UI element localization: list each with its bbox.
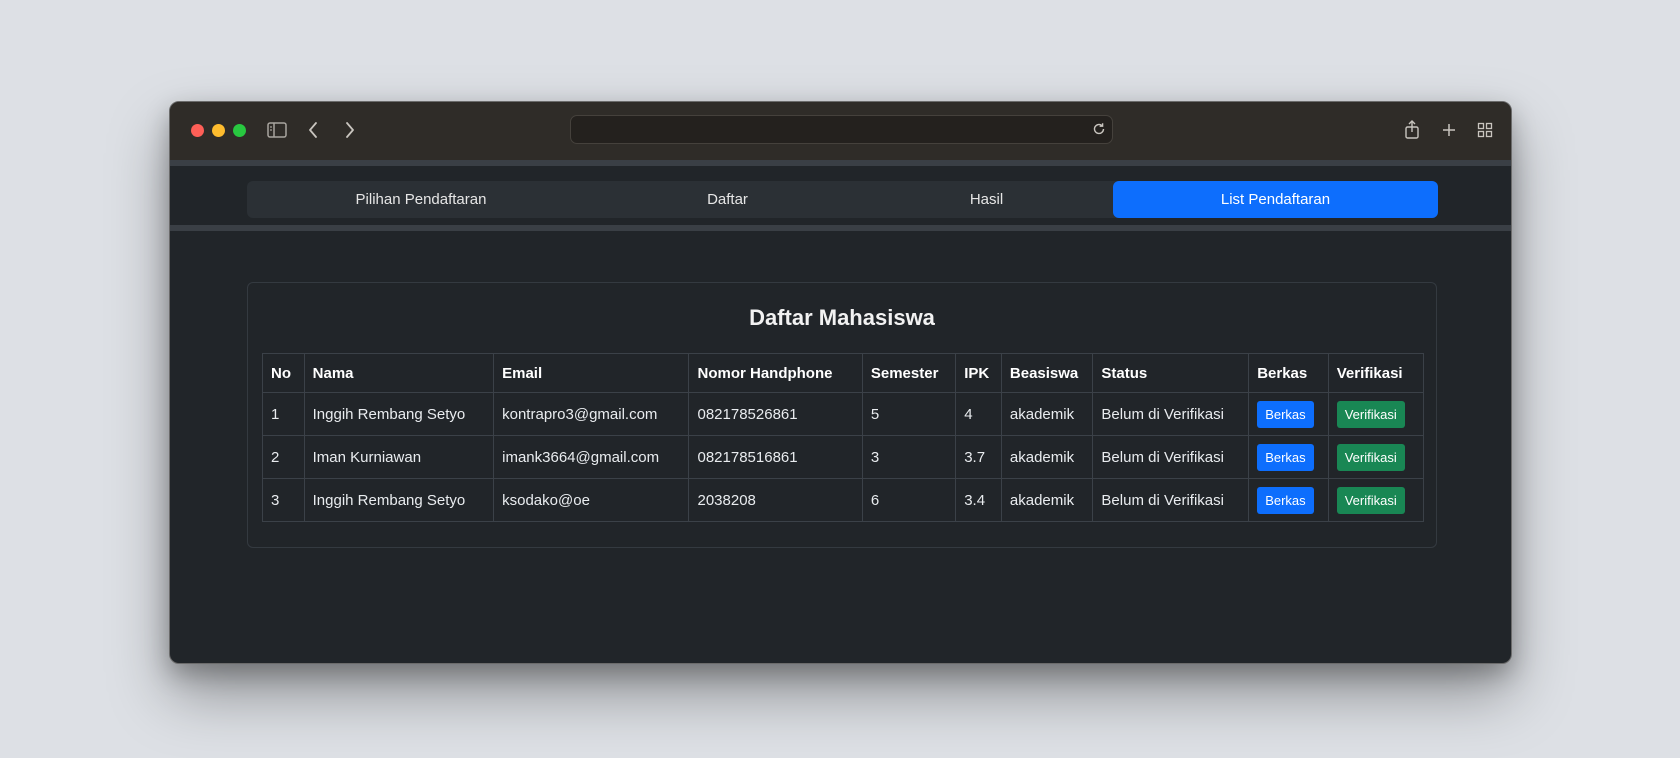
berkas-button[interactable]: Berkas	[1257, 400, 1314, 428]
column-header-no: No	[262, 353, 305, 393]
cell-phone: 082178516861	[688, 435, 863, 479]
cell-email: kontrapro3@gmail.com	[493, 392, 690, 436]
cell-verifikasi: Verifikasi	[1327, 435, 1425, 479]
verifikasi-button[interactable]: Verifikasi	[1336, 486, 1405, 514]
column-header-nama: Nama	[303, 353, 495, 393]
student-table: No Nama Email Nomor Handphone Semester I…	[262, 353, 1425, 522]
close-window-button[interactable]	[191, 124, 204, 137]
column-header-verifikasi: Verifikasi	[1327, 353, 1425, 393]
cell-no: 1	[262, 392, 305, 436]
berkas-button[interactable]: Berkas	[1257, 443, 1314, 471]
table-header-row: No Nama Email Nomor Handphone Semester I…	[262, 353, 1425, 393]
column-header-ipk: IPK	[955, 353, 1002, 393]
student-list-card: Daftar Mahasiswa No Nama Email Nomor Han…	[247, 282, 1437, 548]
column-header-semester: Semester	[861, 353, 957, 393]
cell-semester: 5	[861, 392, 957, 436]
verifikasi-button[interactable]: Verifikasi	[1336, 400, 1405, 428]
tab-hasil[interactable]: Hasil	[860, 181, 1113, 218]
minimize-window-button[interactable]	[212, 124, 225, 137]
table-row: 1 Inggih Rembang Setyo kontrapro3@gmail.…	[262, 392, 1425, 436]
page-title: Daftar Mahasiswa	[749, 305, 935, 330]
cell-email: ksodako@oe	[493, 478, 690, 522]
cell-semester: 3	[861, 435, 957, 479]
column-header-berkas: Berkas	[1248, 353, 1329, 393]
cell-verifikasi: Verifikasi	[1327, 478, 1425, 522]
cell-semester: 6	[861, 478, 957, 522]
tab-overview-icon[interactable]	[1473, 118, 1497, 142]
back-icon[interactable]	[301, 118, 325, 142]
tab-daftar[interactable]: Daftar	[595, 181, 860, 218]
cell-nama: Inggih Rembang Setyo	[303, 478, 495, 522]
reload-icon[interactable]	[1092, 122, 1106, 141]
cell-beasiswa: akademik	[1000, 435, 1094, 479]
cell-phone: 082178526861	[688, 392, 863, 436]
browser-toolbar	[170, 102, 1511, 161]
column-header-beasiswa: Beasiswa	[1000, 353, 1094, 393]
cell-verifikasi: Verifikasi	[1327, 392, 1425, 436]
column-header-email: Email	[493, 353, 690, 393]
cell-berkas: Berkas	[1248, 435, 1329, 479]
nav-tabs: Pilihan Pendaftaran Daftar Hasil List Pe…	[247, 181, 1438, 218]
share-icon[interactable]	[1400, 118, 1424, 142]
cell-no: 2	[262, 435, 305, 479]
cell-phone: 2038208	[688, 478, 863, 522]
cell-ipk: 4	[955, 392, 1002, 436]
cell-email: imank3664@gmail.com	[493, 435, 690, 479]
cell-ipk: 3.4	[955, 478, 1002, 522]
cell-beasiswa: akademik	[1000, 392, 1094, 436]
cell-nama: Inggih Rembang Setyo	[303, 392, 495, 436]
address-bar[interactable]	[570, 115, 1113, 144]
sidebar-icon[interactable]	[265, 118, 289, 142]
table-row: 3 Inggih Rembang Setyo ksodako@oe 203820…	[262, 478, 1425, 522]
cell-no: 3	[262, 478, 305, 522]
cell-berkas: Berkas	[1248, 392, 1329, 436]
cell-status: Belum di Verifikasi	[1092, 392, 1250, 436]
cell-status: Belum di Verifikasi	[1092, 478, 1250, 522]
tab-pilihan-pendaftaran[interactable]: Pilihan Pendaftaran	[247, 181, 595, 218]
new-tab-icon[interactable]	[1437, 118, 1461, 142]
verifikasi-button[interactable]: Verifikasi	[1336, 443, 1405, 471]
tab-list-pendaftaran[interactable]: List Pendaftaran	[1113, 181, 1438, 218]
cell-berkas: Berkas	[1248, 478, 1329, 522]
nav-section: Pilihan Pendaftaran Daftar Hasil List Pe…	[170, 160, 1511, 231]
cell-beasiswa: akademik	[1000, 478, 1094, 522]
column-header-status: Status	[1092, 353, 1250, 393]
berkas-button[interactable]: Berkas	[1257, 486, 1314, 514]
browser-window: Pilihan Pendaftaran Daftar Hasil List Pe…	[169, 101, 1512, 664]
cell-nama: Iman Kurniawan	[303, 435, 495, 479]
table-row: 2 Iman Kurniawan imank3664@gmail.com 082…	[262, 435, 1425, 479]
cell-status: Belum di Verifikasi	[1092, 435, 1250, 479]
forward-icon[interactable]	[338, 118, 362, 142]
column-header-phone: Nomor Handphone	[688, 353, 863, 393]
cell-ipk: 3.7	[955, 435, 1002, 479]
zoom-window-button[interactable]	[233, 124, 246, 137]
